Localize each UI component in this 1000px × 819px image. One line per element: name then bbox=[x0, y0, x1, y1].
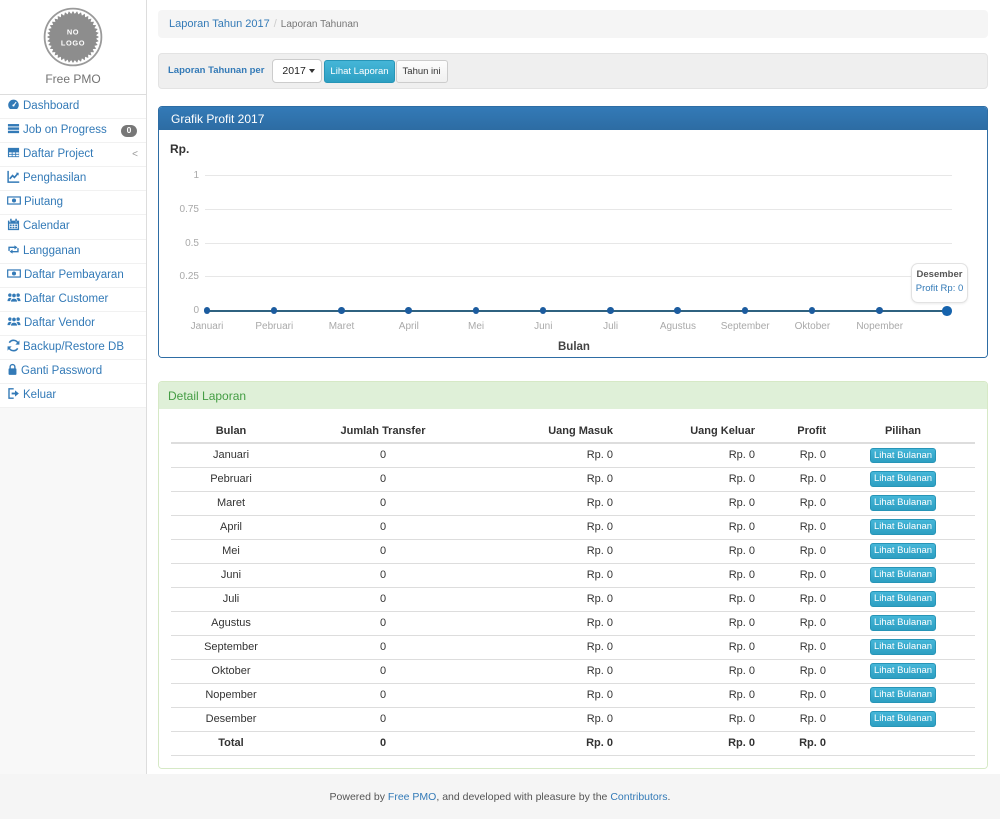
svg-text:LOGO: LOGO bbox=[61, 38, 85, 47]
svg-text:NO: NO bbox=[67, 28, 79, 37]
